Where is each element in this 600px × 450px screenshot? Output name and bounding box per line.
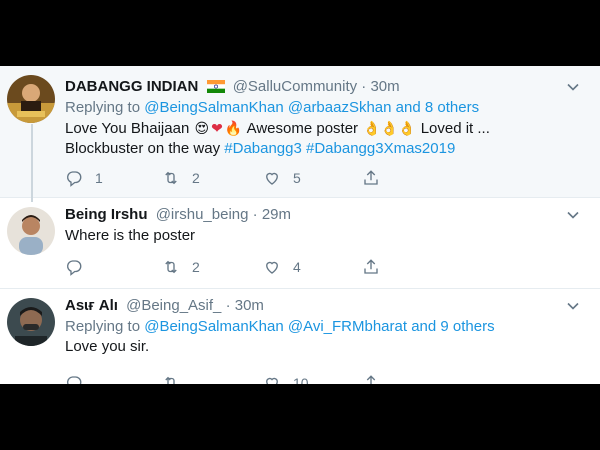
tweet-time[interactable]: · 29m [253, 206, 291, 223]
caret-down-icon[interactable] [566, 80, 580, 94]
reply-count: 1 [95, 170, 103, 186]
replying-users-link[interactable]: @BeingSalmanKhan @Avi_FRMbharat [144, 318, 407, 335]
tweet-text: Where is the poster [65, 227, 196, 244]
caret-down-icon[interactable] [566, 208, 580, 222]
retweet-count: 2 [192, 170, 200, 186]
like-button[interactable]: 4 [263, 257, 301, 277]
avatar[interactable] [7, 207, 55, 255]
share-button[interactable] [362, 168, 392, 188]
avatar[interactable] [7, 75, 55, 123]
retweet-button[interactable] [162, 373, 192, 384]
user-handle[interactable]: @Being_Asif_ [126, 297, 221, 314]
tweet-time[interactable]: · 30m [361, 78, 399, 95]
tweet-actions: 2 4 [65, 257, 405, 277]
india-flag-icon [206, 78, 225, 100]
retweet-icon [165, 260, 177, 274]
reply-button[interactable] [65, 257, 95, 277]
retweet-icon [165, 376, 175, 384]
display-name[interactable]: Being Irshu [65, 206, 148, 223]
tweet-text: Awesome poster [246, 120, 359, 137]
like-count: 5 [293, 170, 301, 186]
share-icon [366, 375, 376, 384]
share-icon [364, 259, 378, 274]
tweet-2[interactable]: Being Irshu @irshu_being · 29m Where is … [0, 198, 600, 289]
red-heart-emoji: ❤ [211, 120, 223, 136]
heart-eyes-emoji: 😍 [194, 120, 210, 136]
user-handle[interactable]: @irshu_being [156, 206, 249, 223]
tweet-text: Love you sir. [65, 338, 150, 355]
replying-others-link[interactable]: and 8 others [396, 99, 479, 116]
reply-button[interactable] [65, 373, 95, 384]
like-count: 4 [293, 259, 301, 275]
tweet-header: Being Irshu @irshu_being · 29m [65, 204, 590, 226]
display-name[interactable]: DABANGG INDIAN [65, 78, 198, 95]
tweet-actions: 1 2 5 [65, 168, 405, 188]
tweet-text-line-2: Blockbuster on the way #Dabangg3 #Dabang… [65, 139, 590, 159]
caret-down-icon[interactable] [566, 299, 580, 313]
like-icon [266, 377, 278, 384]
tweet-3[interactable]: Asɩғ Alı @Being_Asif_ · 30m Replying to … [0, 289, 600, 384]
reply-button[interactable]: 1 [65, 168, 103, 188]
replying-others-link[interactable]: and 9 others [411, 318, 494, 335]
retweet-button[interactable]: 2 [162, 257, 200, 277]
like-count: 10 [293, 375, 309, 384]
like-icon [266, 261, 278, 274]
tweet-text: Loved it ... [420, 120, 490, 137]
replying-prefix: Replying to [65, 99, 141, 116]
reply-icon [67, 376, 82, 384]
share-icon [364, 170, 378, 185]
replying-to: Replying to @BeingSalmanKhan @Avi_FRMbha… [65, 317, 590, 337]
retweet-count: 2 [192, 259, 200, 275]
like-button[interactable]: 5 [263, 168, 301, 188]
like-button[interactable]: 10 [263, 373, 309, 384]
retweet-button[interactable]: 2 [162, 168, 200, 188]
retweet-icon [165, 171, 177, 185]
replying-to: Replying to @BeingSalmanKhan @arbaazSkha… [65, 98, 590, 118]
ok-hand-emoji: 👌👌👌 [363, 120, 416, 136]
tweet-text-line-1: Love You Bhaijaan 😍 ❤ 🔥 Awesome poster 👌👌👌… [65, 118, 590, 139]
share-button[interactable] [362, 257, 392, 277]
tweet-thread-panel: DABANGG INDIAN @SalluCommunity · 30m Rep… [0, 66, 600, 384]
tweet-actions: 10 [65, 373, 405, 384]
reply-icon [67, 260, 82, 276]
tweet-header: DABANGG INDIAN @SalluCommunity · 30m [65, 76, 590, 98]
tweet-1[interactable]: DABANGG INDIAN @SalluCommunity · 30m Rep… [0, 66, 600, 202]
share-button[interactable] [362, 373, 392, 384]
display-name[interactable]: Asɩғ Alı [65, 297, 118, 314]
thread-line [31, 124, 33, 202]
tweet-time[interactable]: · 30m [226, 297, 264, 314]
avatar[interactable] [7, 298, 55, 346]
tweet-header: Asɩғ Alı @Being_Asif_ · 30m [65, 295, 590, 317]
replying-prefix: Replying to [65, 318, 141, 335]
replying-users-link[interactable]: @BeingSalmanKhan @arbaazSkhan [144, 99, 391, 116]
tweet-text: Love You Bhaijaan [65, 120, 190, 137]
hashtag-links[interactable]: #Dabangg3 #Dabangg3Xmas2019 [224, 140, 455, 157]
user-handle[interactable]: @SalluCommunity [233, 78, 357, 95]
reply-icon [67, 171, 82, 187]
like-icon [266, 172, 278, 185]
fire-emoji: 🔥 [224, 120, 243, 136]
tweet-text: Blockbuster on the way [65, 140, 221, 157]
